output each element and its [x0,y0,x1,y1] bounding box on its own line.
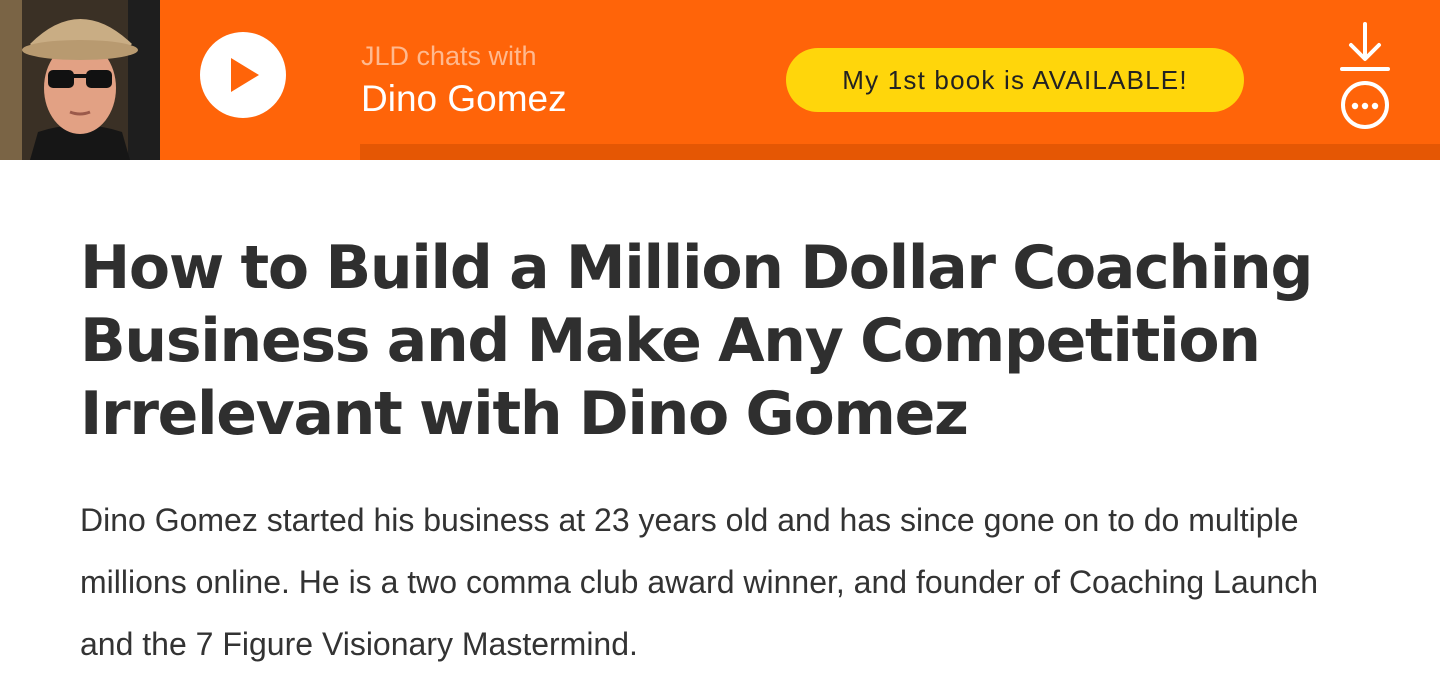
episode-guest-name: Dino Gomez [361,78,567,119]
episode-article: How to Build a Million Dollar Coaching B… [80,232,1380,675]
episode-kicker: JLD chats with [361,41,537,71]
episode-title: How to Build a Million Dollar Coaching B… [80,233,1313,449]
more-options-button[interactable] [1338,78,1392,132]
playback-progress-bar[interactable] [360,144,1440,160]
guest-avatar [0,0,160,160]
book-available-button[interactable]: My 1st book is AVAILABLE! [786,48,1244,112]
download-button[interactable] [1338,22,1392,74]
episode-meta: JLD chats with Dino Gomez [361,40,567,122]
episode-summary: Dino Gomez started his business at 23 ye… [80,502,1319,662]
podcast-player-bar: JLD chats with Dino Gomez My 1st book is… [0,0,1440,160]
download-icon [1340,22,1390,71]
play-icon [231,58,259,92]
play-button[interactable] [200,32,286,118]
more-options-icon [1341,81,1389,129]
